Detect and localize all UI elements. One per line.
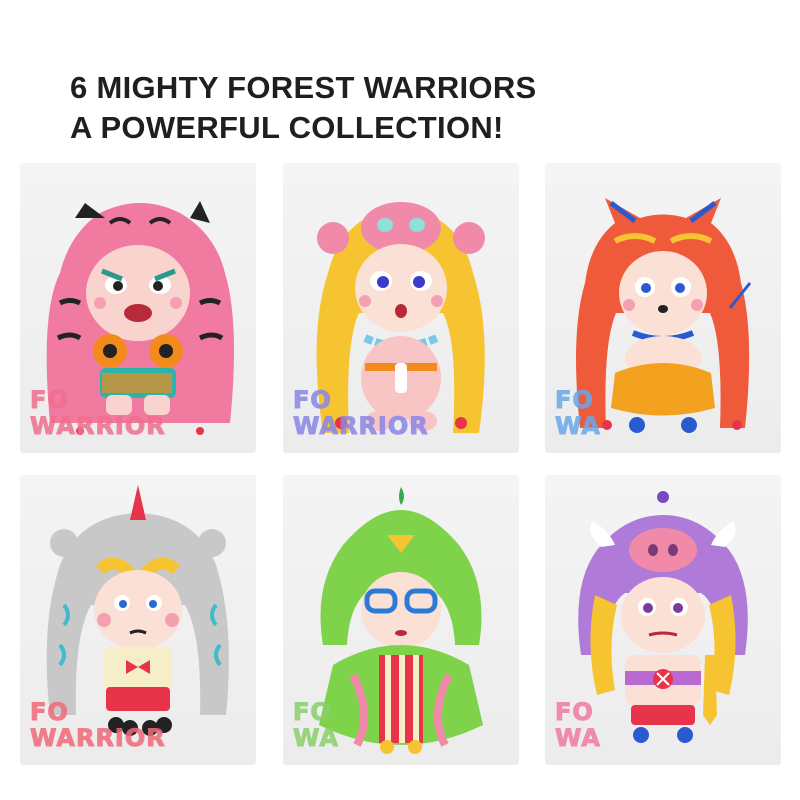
watermark-top: FO	[30, 386, 69, 414]
watermark-bottom: WA	[555, 412, 601, 440]
watermark-top: FO	[293, 698, 332, 726]
watermark: FO WARRIOR	[293, 386, 429, 440]
watermark-bottom: WARRIOR	[30, 412, 166, 440]
figure-card-tiger[interactable]: FO WARRIOR	[20, 163, 256, 453]
watermark-bottom: WARRIOR	[30, 724, 166, 752]
headline: 6 MIGHTY FOREST WARRIORS A POWERFUL COLL…	[70, 68, 537, 148]
figure-card-boar[interactable]: FO WA	[545, 475, 781, 765]
figure-card-rhino[interactable]: FO WARRIOR	[20, 475, 256, 765]
watermark-bottom: WARRIOR	[293, 412, 429, 440]
watermark: FO WA	[555, 386, 601, 440]
watermark-bottom: WA	[293, 724, 339, 752]
watermark-top: FO	[293, 386, 332, 414]
watermark: FO WA	[293, 698, 339, 752]
watermark-top: FO	[555, 386, 594, 414]
watermark: FO WA	[555, 698, 601, 752]
figure-grid: FO WARRIOR FO WARRIOR FO WA FO WARRIOR F…	[20, 163, 781, 783]
figure-card-monkey[interactable]: FO WARRIOR	[283, 163, 519, 453]
watermark: FO WARRIOR	[30, 386, 166, 440]
watermark-top: FO	[555, 698, 594, 726]
watermark-top: FO	[30, 698, 69, 726]
figure-card-fox[interactable]: FO WA	[545, 163, 781, 453]
figure-card-parrot[interactable]: FO WA	[283, 475, 519, 765]
watermark-bottom: WA	[555, 724, 601, 752]
headline-line-1: 6 MIGHTY FOREST WARRIORS	[70, 70, 537, 105]
watermark: FO WARRIOR	[30, 698, 166, 752]
headline-line-2: A POWERFUL COLLECTION!	[70, 110, 504, 145]
